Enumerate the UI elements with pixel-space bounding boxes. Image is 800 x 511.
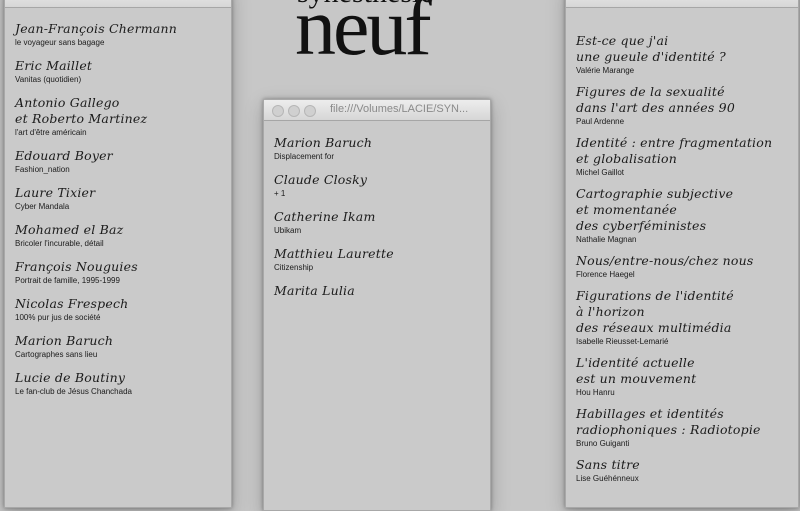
list-item[interactable]: Cartographie subjective et momentanée de… [576, 186, 788, 245]
item-subtitle: Portrait de famille, 1995-1999 [15, 276, 120, 285]
item-title-link[interactable]: Catherine Ikam [274, 209, 480, 225]
list-item[interactable]: Edouard Boyer Fashion_nation [15, 148, 221, 175]
item-title-link[interactable]: Marita Lulia [274, 283, 480, 299]
list-item[interactable]: Claude Closky + 1 [274, 172, 480, 199]
item-title-link[interactable]: Laure Tixier [15, 185, 221, 201]
list-item[interactable]: Est-ce que j'ai une gueule d'identité ? V… [576, 33, 788, 76]
list-item[interactable]: Nicolas Frespech 100% pur jus de société [15, 296, 221, 323]
item-title-link[interactable]: L'identité actuelle est un mouvement [576, 355, 788, 387]
item-subtitle: Florence Haegel [576, 270, 635, 279]
item-title-link[interactable]: Mohamed el Baz [15, 222, 221, 238]
item-subtitle: Vanitas (quotidien) [15, 75, 82, 84]
list-item[interactable]: Figures de la sexualité dans l'art des a… [576, 84, 788, 127]
list-item[interactable]: François Nouguies Portrait de famille, 19… [15, 259, 221, 286]
list-item[interactable]: Habillages et identités radiophoniques :… [576, 406, 788, 449]
list-item[interactable]: Identité : entre fragmentation et global… [576, 135, 788, 178]
logo-main-text: neuf [295, 0, 432, 68]
browser-window: file:///Volumes/LACIE/SYN... Marion Baru… [263, 99, 491, 511]
list-item[interactable]: Marita Lulia [274, 283, 480, 299]
item-title-link[interactable]: Cartographie subjective et momentanée de… [576, 186, 788, 234]
close-window-button[interactable] [272, 105, 284, 117]
site-logo: synesthesie neuf [295, 0, 495, 68]
item-title-link[interactable]: Matthieu Laurette [274, 246, 480, 262]
list-item[interactable]: Matthieu Laurette Citizenship [274, 246, 480, 273]
item-title-link[interactable]: Edouard Boyer [15, 148, 221, 164]
item-subtitle: le voyageur sans bagage [15, 38, 105, 47]
zoom-window-button[interactable] [304, 105, 316, 117]
artists-window-titlebar[interactable] [5, 0, 231, 8]
item-subtitle: Hou Hanru [576, 388, 615, 397]
list-item[interactable]: Eric Maillet Vanitas (quotidien) [15, 58, 221, 85]
minimize-window-button[interactable] [288, 105, 300, 117]
item-title-link[interactable]: Sans titre [576, 457, 788, 473]
item-subtitle: Lise Guéhénneux [576, 474, 639, 483]
item-subtitle: Michel Gaillot [576, 168, 625, 177]
list-item[interactable]: Catherine Ikam Ubikam [274, 209, 480, 236]
item-subtitle: Bricoler l'incurable, détail [15, 239, 104, 248]
item-subtitle: Bruno Guiganti [576, 439, 630, 448]
item-title-link[interactable]: Lucie de Boutiny [15, 370, 221, 386]
list-item[interactable]: Marion Baruch Displacement for [274, 135, 480, 162]
item-subtitle: Displacement for [274, 152, 335, 161]
window-title: file:///Volumes/LACIE/SYN... [330, 103, 469, 115]
texts-window: Est-ce que j'ai une gueule d'identité ? V… [565, 0, 799, 508]
item-title-link[interactable]: Identité : entre fragmentation et global… [576, 135, 788, 167]
item-subtitle: 100% pur jus de société [15, 313, 101, 322]
item-title-link[interactable]: Nous/entre-nous/chez nous [576, 253, 788, 269]
item-subtitle: Citizenship [274, 263, 314, 272]
list-item[interactable]: Mohamed el Baz Bricoler l'incurable, déta… [15, 222, 221, 249]
item-title-link[interactable]: Marion Baruch [15, 333, 221, 349]
texts-list: Est-ce que j'ai une gueule d'identité ? V… [566, 8, 798, 484]
item-title-link[interactable]: Figures de la sexualité dans l'art des a… [576, 84, 788, 116]
works-list: Marion Baruch Displacement for Claude Clos… [264, 121, 490, 299]
item-subtitle: + 1 [274, 189, 286, 198]
item-title-link[interactable]: Marion Baruch [274, 135, 480, 151]
item-subtitle: Cartographes sans lieu [15, 350, 98, 359]
list-item[interactable]: Jean-François Chermann le voyageur sans b… [15, 21, 221, 48]
item-subtitle: Cyber Mandala [15, 202, 70, 211]
item-title-link[interactable]: Claude Closky [274, 172, 480, 188]
artists-window: Jean-François Chermann le voyageur sans b… [4, 0, 232, 508]
list-item[interactable]: L'identité actuelle est un mouvement Hou … [576, 355, 788, 398]
item-title-link[interactable]: Eric Maillet [15, 58, 221, 74]
item-subtitle: Ubikam [274, 226, 302, 235]
item-subtitle: Paul Ardenne [576, 117, 625, 126]
item-title-link[interactable]: Nicolas Frespech [15, 296, 221, 312]
artists-list: Jean-François Chermann le voyageur sans b… [5, 8, 231, 397]
browser-window-titlebar[interactable]: file:///Volumes/LACIE/SYN... [264, 100, 490, 121]
item-subtitle: Isabelle Rieusset-Lemarié [576, 337, 669, 346]
list-item[interactable]: Sans titre Lise Guéhénneux [576, 457, 788, 484]
item-title-link[interactable]: Est-ce que j'ai une gueule d'identité ? [576, 33, 788, 65]
list-item[interactable]: Marion Baruch Cartographes sans lieu [15, 333, 221, 360]
item-title-link[interactable]: Jean-François Chermann [15, 21, 221, 37]
item-subtitle: Le fan-club de Jésus Chanchada [15, 387, 132, 396]
window-controls [272, 105, 320, 117]
list-item[interactable]: Laure Tixier Cyber Mandala [15, 185, 221, 212]
texts-window-titlebar[interactable] [566, 0, 798, 8]
list-item[interactable]: Figurations de l'identité à l'horizon de… [576, 288, 788, 347]
item-title-link[interactable]: Antonio Gallego et Roberto Martinez [15, 95, 221, 127]
item-title-link[interactable]: François Nouguies [15, 259, 221, 275]
item-title-link[interactable]: Figurations de l'identité à l'horizon de… [576, 288, 788, 336]
list-item[interactable]: Antonio Gallego et Roberto Martinez l'art… [15, 95, 221, 138]
item-subtitle: Nathalie Magnan [576, 235, 637, 244]
item-subtitle: Fashion_nation [15, 165, 70, 174]
list-item[interactable]: Lucie de Boutiny Le fan-club de Jésus Cha… [15, 370, 221, 397]
item-subtitle: l'art d'être américain [15, 128, 87, 137]
item-subtitle: Valérie Marange [576, 66, 635, 75]
item-title-link[interactable]: Habillages et identités radiophoniques :… [576, 406, 788, 438]
list-item[interactable]: Nous/entre-nous/chez nous Florence Haegel [576, 253, 788, 280]
